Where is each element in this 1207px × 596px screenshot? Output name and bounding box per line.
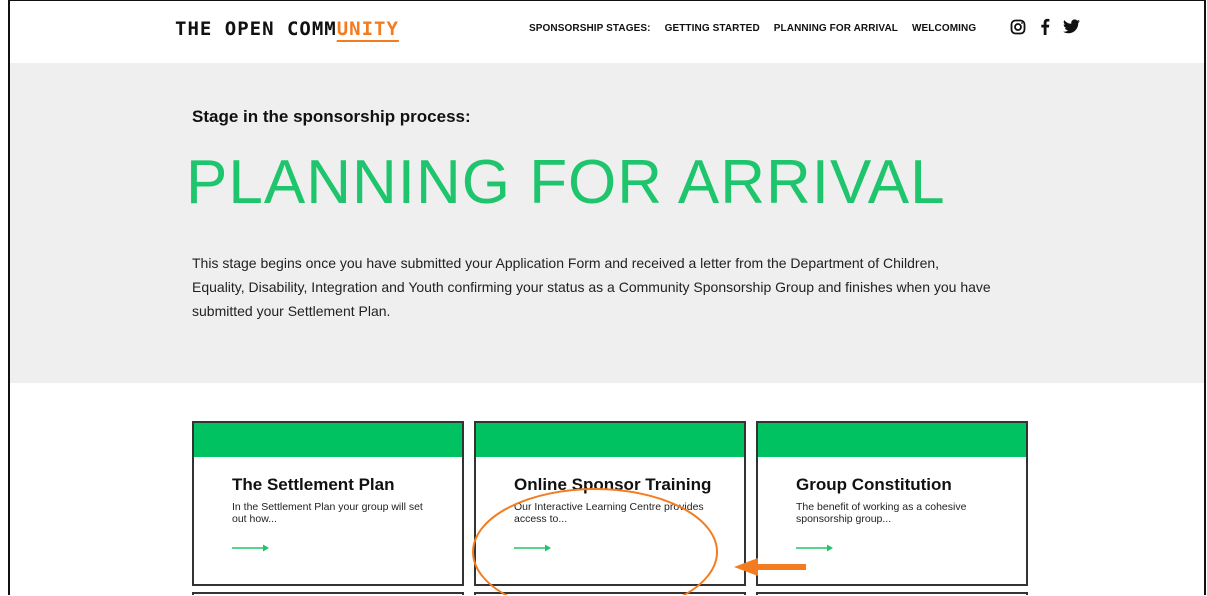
card-group-constitution[interactable]: Group Constitution The benefit of workin… xyxy=(756,421,1028,586)
card-band xyxy=(476,423,744,457)
card-description: In the Settlement Plan your group will s… xyxy=(232,501,423,525)
card-edge xyxy=(756,592,1028,595)
card-title: Online Sponsor Training xyxy=(514,475,712,494)
arrow-right-icon[interactable] xyxy=(514,543,552,553)
site-header: THE OPEN COMMUNITY SPONSORSHIP STAGES: G… xyxy=(10,1,1204,61)
stage-eyebrow: Stage in the sponsorship process: xyxy=(192,107,471,126)
nav-getting-started[interactable]: GETTING STARTED xyxy=(665,23,760,34)
card-edge xyxy=(474,592,746,595)
card-title: Group Constitution xyxy=(796,475,952,494)
card-title: The Settlement Plan xyxy=(232,475,395,494)
twitter-icon[interactable] xyxy=(1063,18,1080,35)
nav-planning-for-arrival[interactable]: PLANNING FOR ARRIVAL xyxy=(774,23,898,34)
next-card-row xyxy=(192,592,1028,595)
logo-accent: UNITY xyxy=(336,18,399,40)
card-description: Our Interactive Learning Centre provides… xyxy=(514,501,704,525)
facebook-icon[interactable] xyxy=(1036,18,1053,35)
card-online-sponsor-training[interactable]: Online Sponsor Training Our Interactive … xyxy=(474,421,746,586)
card-band xyxy=(194,423,462,457)
page-frame: THE OPEN COMMUNITY SPONSORSHIP STAGES: G… xyxy=(8,0,1206,595)
arrow-right-icon[interactable] xyxy=(796,543,834,553)
logo-prefix: THE OPEN COMM xyxy=(175,18,337,40)
site-logo[interactable]: THE OPEN COMMUNITY xyxy=(175,18,399,40)
hero-section: Stage in the sponsorship process: PLANNI… xyxy=(10,63,1204,383)
card-grid: The Settlement Plan In the Settlement Pl… xyxy=(192,421,1028,586)
instagram-icon[interactable] xyxy=(1009,18,1026,35)
card-description: The benefit of working as a cohesive spo… xyxy=(796,501,967,525)
nav-label: SPONSORSHIP STAGES: xyxy=(529,23,651,34)
social-links xyxy=(1009,18,1080,35)
card-band xyxy=(758,423,1026,457)
stage-description: This stage begins once you have submitte… xyxy=(192,255,991,319)
page-title: PLANNING FOR ARRIVAL xyxy=(186,148,946,217)
card-settlement-plan[interactable]: The Settlement Plan In the Settlement Pl… xyxy=(192,421,464,586)
main-nav: SPONSORSHIP STAGES: GETTING STARTED PLAN… xyxy=(529,23,976,34)
arrow-right-icon[interactable] xyxy=(232,543,270,553)
nav-welcoming[interactable]: WELCOMING xyxy=(912,23,976,34)
card-edge xyxy=(192,592,464,595)
